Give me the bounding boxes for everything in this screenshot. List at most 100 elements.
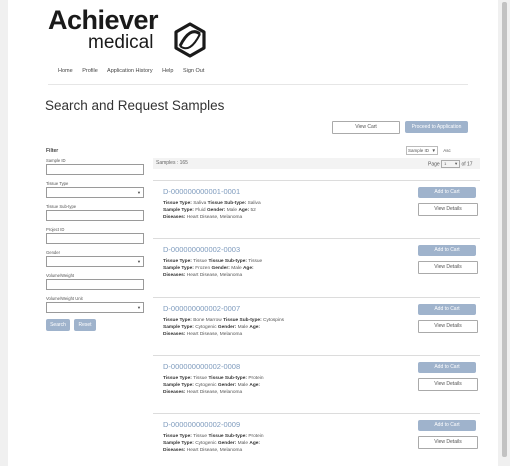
card-divider (153, 297, 480, 298)
gender-key: Gender: (206, 208, 226, 213)
sample-id-link[interactable]: D-000000000002-0009 (163, 420, 240, 429)
gender-select[interactable]: ▼ (46, 256, 144, 267)
tissue-type-key: Tissue Type: (163, 259, 192, 264)
nav-sign-out[interactable]: Sign Out (183, 68, 204, 74)
age-key: Age: (242, 266, 254, 271)
diseases-line: Diseases: Heart Disease, Melanoma (163, 448, 242, 453)
scrollbar[interactable] (500, 0, 510, 466)
search-button[interactable]: Search (46, 319, 70, 331)
chevron-down-icon: ▼ (137, 259, 141, 264)
sample-type-value: Cytogenic (195, 325, 217, 330)
add-to-cart-button[interactable]: Add to Cart (418, 304, 476, 315)
sort-direction[interactable]: Asc (443, 148, 451, 153)
tissue-type-key: Tissue Type: (163, 318, 192, 323)
sample-card: D-000000000001-0001 Tissue Type: Saliva … (153, 180, 480, 231)
sample-type-key: Sample Type: (163, 383, 194, 388)
chevron-down-icon: ▼ (137, 305, 141, 310)
tissue-sub-type-value: Protein (248, 434, 264, 439)
tissue-sub-type-value: Tissue (248, 259, 263, 264)
age-key: Age: (238, 208, 250, 213)
sample-type-line: Sample Type: Cytogenic Gender: Male Age: (163, 441, 260, 446)
view-cart-button[interactable]: View Cart (332, 121, 400, 134)
sample-type-value: Cytogenic (195, 441, 217, 446)
diseases-key: Diseases: (163, 390, 186, 395)
pagination: Page 1 ▼ of 17 (428, 160, 473, 168)
sample-id-link[interactable]: D-000000000001-0001 (163, 187, 240, 196)
diseases-value: Heart Disease, Melanoma (186, 215, 243, 220)
sample-tissue-line: Tissue Type: Tissue Tissue Sub-type: Pro… (163, 376, 264, 381)
diseases-line: Diseases: Heart Disease, Melanoma (163, 215, 242, 220)
tissue-type-select[interactable]: ▼ (46, 187, 144, 198)
tissue-type-key: Tissue Type: (163, 434, 192, 439)
diseases-value: Heart Disease, Melanoma (186, 390, 243, 395)
tissue-type-value: Bone Marrow (193, 318, 222, 323)
view-details-button[interactable]: View Details (418, 203, 478, 216)
diseases-key: Diseases: (163, 448, 186, 453)
sample-id-link[interactable]: D-000000000002-0003 (163, 245, 240, 254)
sample-id-input[interactable] (46, 164, 144, 175)
nav-divider (48, 84, 468, 85)
diseases-key: Diseases: (163, 215, 186, 220)
age-key: Age: (249, 325, 261, 330)
view-details-button[interactable]: View Details (418, 436, 478, 449)
diseases-line: Diseases: Heart Disease, Melanoma (163, 390, 242, 395)
sample-card: D-000000000002-0008 Tissue Type: Tissue … (153, 355, 480, 406)
tissue-type-value: Tissue (193, 376, 208, 381)
sample-type-line: Sample Type: Cytogenic Gender: Male Age: (163, 383, 260, 388)
scrollbar-thumb[interactable] (502, 2, 507, 457)
tissue-sub-type-key: Tissue Sub-type: (208, 434, 247, 439)
tissue-type-value: Tissue (193, 259, 208, 264)
sample-type-key: Sample Type: (163, 325, 194, 330)
nav-profile[interactable]: Profile (82, 68, 98, 74)
page: Achiever medical Home Profile Applicatio… (8, 0, 498, 466)
volume-weight-input[interactable] (46, 279, 144, 290)
view-details-button[interactable]: View Details (418, 320, 478, 333)
tissue-type-value: Tissue (193, 434, 208, 439)
age-value: 52 (250, 208, 256, 213)
reset-button[interactable]: Reset (74, 319, 96, 331)
diseases-value: Heart Disease, Melanoma (186, 448, 243, 453)
sample-type-key: Sample Type: (163, 441, 194, 446)
sample-id-link[interactable]: D-000000000002-0007 (163, 304, 240, 313)
gender-value: Male (237, 383, 249, 388)
brand-logo[interactable]: Achiever medical (48, 5, 206, 58)
sample-type-key: Sample Type: (163, 266, 194, 271)
brand-name-line2: medical (88, 32, 154, 53)
tissue-sub-type-value: Cytospins (263, 318, 285, 323)
sample-card: D-000000000002-0009 Tissue Type: Tissue … (153, 413, 480, 464)
project-id-input[interactable] (46, 233, 144, 244)
page-select[interactable]: 1 ▼ (441, 160, 461, 168)
sample-type-value: Fluid (195, 208, 206, 213)
add-to-cart-button[interactable]: Add to Cart (418, 187, 476, 198)
gender-value: Male (237, 325, 249, 330)
tissue-sub-type-input[interactable] (46, 210, 144, 221)
sample-type-key: Sample Type: (163, 208, 194, 213)
add-to-cart-button[interactable]: Add to Cart (418, 245, 476, 256)
view-details-button[interactable]: View Details (418, 261, 478, 274)
nav-help[interactable]: Help (162, 68, 173, 74)
sort-select[interactable]: Sample ID ▼ (406, 146, 438, 155)
sample-tissue-line: Tissue Type: Bone Marrow Tissue Sub-type… (163, 318, 284, 323)
sample-id-link[interactable]: D-000000000002-0008 (163, 362, 240, 371)
gender-key: Gender: (217, 383, 237, 388)
age-key: Age: (249, 383, 261, 388)
view-details-button[interactable]: View Details (418, 378, 478, 391)
nav-home[interactable]: Home (58, 68, 73, 74)
pagination-suffix: of 17 (461, 161, 473, 168)
card-divider (153, 355, 480, 356)
brand-name-line1: Achiever (48, 5, 159, 35)
add-to-cart-button[interactable]: Add to Cart (418, 362, 476, 373)
volume-weight-unit-select[interactable]: ▼ (46, 302, 144, 313)
sample-tissue-line: Tissue Type: Saliva Tissue Sub-type: Sal… (163, 201, 261, 206)
tissue-sub-type-key: Tissue Sub-type: (208, 376, 247, 381)
nav-application-history[interactable]: Application History (107, 68, 153, 74)
chevron-down-icon: ▼ (137, 190, 141, 195)
gender-key: Gender: (211, 266, 230, 271)
tissue-sub-type-key: Tissue Sub-type: (207, 201, 247, 206)
pagination-prefix: Page (428, 161, 440, 168)
add-to-cart-button[interactable]: Add to Cart (418, 420, 476, 431)
brand-logo-icon (174, 22, 206, 58)
proceed-to-application-button[interactable]: Proceed to Application (405, 121, 468, 133)
age-key: Age: (249, 441, 261, 446)
gender-key: Gender: (217, 441, 237, 446)
